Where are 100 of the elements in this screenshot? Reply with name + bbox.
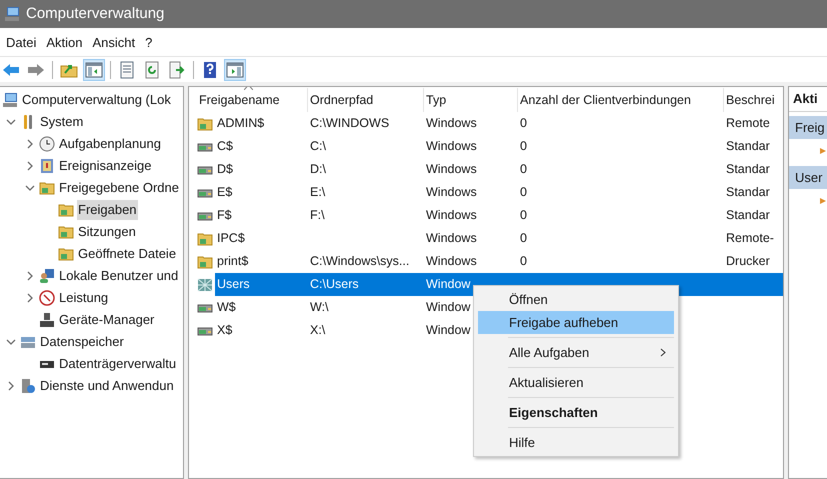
log-icon <box>39 158 55 174</box>
table-cell[interactable]: print$ <box>217 254 248 268</box>
menu-item[interactable]: Freigabe aufheben <box>478 311 674 334</box>
table-cell: Windows <box>426 231 477 246</box>
computer-icon <box>4 6 20 22</box>
menu-item[interactable]: Datei <box>1 33 42 53</box>
table-cell: W:\ <box>310 300 329 314</box>
table-cell: Drucker <box>726 254 770 268</box>
collapse-icon[interactable] <box>6 337 16 347</box>
tree-item[interactable]: Dienste und Anwendun <box>39 376 175 396</box>
tree-item[interactable]: Geöffnete Dateie <box>77 244 178 264</box>
table-cell: C:\Windows\sys... <box>310 254 410 268</box>
table-cell[interactable]: X$ <box>217 323 232 338</box>
table-cell: 0 <box>520 185 527 200</box>
table-cell: 0 <box>520 116 527 130</box>
column-header[interactable]: Anzahl der Clientverbindungen <box>518 88 724 112</box>
table-cell: Window <box>426 300 470 314</box>
storage-icon <box>20 334 36 350</box>
shared-folder-icon <box>58 246 74 262</box>
table-cell: X:\ <box>310 323 326 338</box>
tree-item[interactable]: Freigaben <box>77 200 138 220</box>
expand-icon[interactable] <box>6 381 16 391</box>
table-cell[interactable]: C$ <box>217 139 233 154</box>
tree-item[interactable]: Computerverwaltung (Lok <box>21 90 172 110</box>
users-icon <box>39 268 55 284</box>
tree-item[interactable]: Geräte-Manager <box>58 310 156 330</box>
tree-item[interactable]: System <box>39 112 84 132</box>
menu-item[interactable]: Öffnen <box>478 288 674 311</box>
table-cell: Remote- <box>726 231 774 246</box>
table-cell: Standar <box>726 162 770 176</box>
shared-folder-icon <box>58 224 74 240</box>
shared-folder-icon <box>197 116 213 132</box>
expand-icon[interactable] <box>25 139 35 149</box>
collapse-icon[interactable] <box>6 117 16 127</box>
action-pane-icon[interactable] <box>224 58 246 80</box>
table-cell: Remote <box>726 116 770 130</box>
gauge-icon <box>39 290 55 306</box>
table-cell: 0 <box>520 139 527 154</box>
shared-folder-icon <box>58 202 74 218</box>
table-cell: 0 <box>520 231 527 246</box>
clock-icon <box>39 136 55 152</box>
tree-item[interactable]: Datenträgerverwaltu <box>58 354 178 374</box>
menu-item[interactable]: Aktualisieren <box>478 371 674 394</box>
table-cell: Windows <box>426 162 477 176</box>
table-cell: Window <box>426 277 470 292</box>
table-cell: C:\ <box>310 139 326 154</box>
action-section-header[interactable]: Freig <box>789 116 827 139</box>
actions-title: Akti <box>793 90 818 108</box>
table-cell[interactable]: F$ <box>217 208 232 222</box>
more-actions-icon[interactable] <box>820 198 826 204</box>
column-header[interactable]: Typ <box>424 88 518 112</box>
column-header[interactable]: Ordnerpfad <box>308 88 424 112</box>
table-cell[interactable]: D$ <box>217 162 233 176</box>
computer-icon <box>2 92 18 108</box>
table-cell: Standar <box>726 185 770 200</box>
table-cell: E:\ <box>310 185 326 200</box>
shared-folder-icon <box>39 180 55 196</box>
shared-folder-icon <box>197 230 213 246</box>
table-cell[interactable]: ADMIN$ <box>217 116 264 130</box>
action-section-header[interactable]: User <box>789 166 827 189</box>
collapse-icon[interactable] <box>25 183 35 193</box>
tree-item[interactable]: Sitzungen <box>77 222 137 242</box>
table-cell: 0 <box>520 208 527 222</box>
window-title: Computerverwaltung <box>26 4 164 24</box>
table-cell[interactable]: W$ <box>217 300 236 314</box>
table-cell: 0 <box>520 162 527 176</box>
table-cell: 0 <box>520 254 527 268</box>
tree-item[interactable]: Leistung <box>58 288 110 308</box>
console-tree-icon[interactable] <box>83 58 105 80</box>
table-cell[interactable]: Users <box>217 277 250 292</box>
expand-icon[interactable] <box>25 293 35 303</box>
device-icon <box>39 312 55 328</box>
table-cell: Standar <box>726 139 770 154</box>
table-cell: Windows <box>426 254 477 268</box>
tree-item[interactable]: Freigegebene Ordne <box>58 178 180 198</box>
services-icon <box>20 378 36 394</box>
menu-item[interactable]: Ansicht <box>88 33 140 53</box>
table-cell[interactable]: IPC$ <box>217 231 245 246</box>
table-cell: Standar <box>726 208 770 222</box>
column-header[interactable]: Beschrei <box>724 88 783 112</box>
menu-item[interactable]: Hilfe <box>478 431 674 454</box>
expand-icon[interactable] <box>25 271 35 281</box>
more-actions-icon[interactable] <box>820 148 826 154</box>
expand-icon[interactable] <box>25 161 35 171</box>
menu-item[interactable]: Alle Aufgaben <box>478 341 674 364</box>
table-cell[interactable]: E$ <box>217 185 232 200</box>
tree-item[interactable]: Ereignisanzeige <box>58 156 153 176</box>
tree-item[interactable]: Aufgabenplanung <box>58 134 162 154</box>
shared-folder-icon <box>197 276 213 292</box>
tree-item[interactable]: Datenspeicher <box>39 332 125 352</box>
column-header[interactable]: Freigabename <box>197 88 308 112</box>
menu-item[interactable]: Eigenschaften <box>478 401 674 424</box>
table-cell: C:\WINDOWS <box>310 116 390 130</box>
menu-item[interactable]: ? <box>140 33 158 53</box>
table-cell: Windows <box>426 139 477 154</box>
table-cell: F:\ <box>310 208 325 222</box>
menu-item[interactable]: Aktion <box>41 33 88 53</box>
table-cell: D:\ <box>310 162 326 176</box>
table-cell: Windows <box>426 185 477 200</box>
tree-item[interactable]: Lokale Benutzer und <box>58 266 180 286</box>
